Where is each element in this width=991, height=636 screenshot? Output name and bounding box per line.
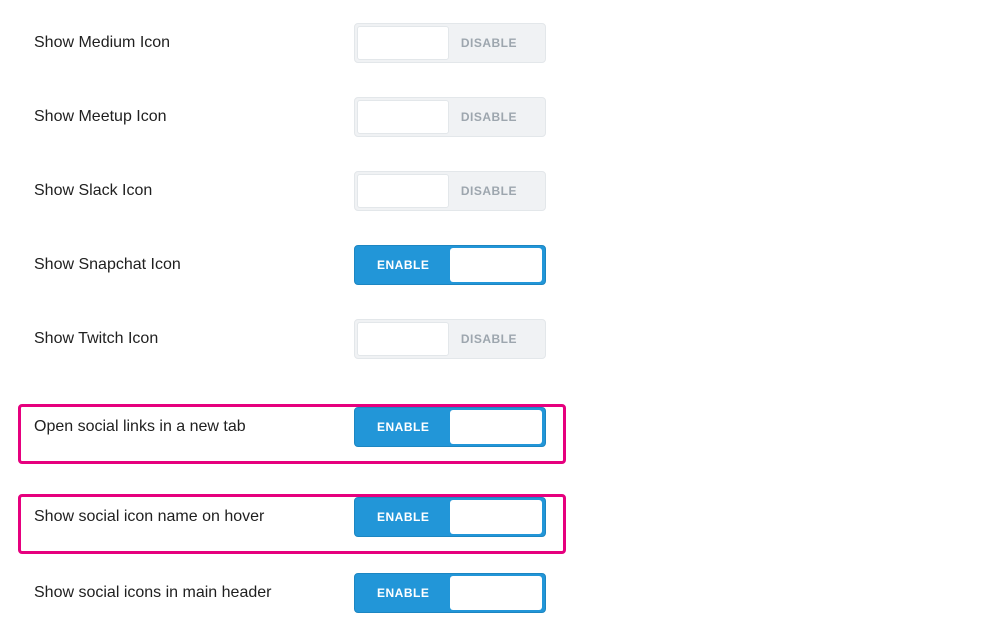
toggle-knob <box>357 174 449 208</box>
toggle-knob <box>450 500 542 534</box>
setting-row-meetup: Show Meetup Icon DISABLE <box>0 86 991 148</box>
toggle-state-label: ENABLE <box>377 258 429 272</box>
toggle-knob <box>450 576 542 610</box>
setting-label: Show Snapchat Icon <box>34 256 354 274</box>
setting-row-hover: Show social icon name on hover ENABLE <box>0 486 991 548</box>
toggle-newtab[interactable]: ENABLE <box>354 407 546 447</box>
setting-label: Show Slack Icon <box>34 182 354 200</box>
toggle-state-label: ENABLE <box>377 510 429 524</box>
setting-row-slack: Show Slack Icon DISABLE <box>0 160 991 222</box>
toggle-knob <box>357 26 449 60</box>
setting-label: Show social icons in main header <box>34 584 354 602</box>
toggle-state-label: DISABLE <box>461 184 517 198</box>
setting-row-header: Show social icons in main header ENABLE <box>0 562 991 624</box>
toggle-twitch[interactable]: DISABLE <box>354 319 546 359</box>
setting-row-twitch: Show Twitch Icon DISABLE <box>0 308 991 370</box>
toggle-knob <box>357 100 449 134</box>
setting-label: Show Medium Icon <box>34 34 354 52</box>
toggle-state-label: DISABLE <box>461 36 517 50</box>
toggle-state-label: DISABLE <box>461 110 517 124</box>
toggle-slack[interactable]: DISABLE <box>354 171 546 211</box>
toggle-knob <box>450 410 542 444</box>
toggle-knob <box>450 248 542 282</box>
toggle-snapchat[interactable]: ENABLE <box>354 245 546 285</box>
setting-label: Show Meetup Icon <box>34 108 354 126</box>
setting-label: Show Twitch Icon <box>34 330 354 348</box>
toggle-state-label: ENABLE <box>377 420 429 434</box>
setting-label: Show social icon name on hover <box>34 508 354 526</box>
toggle-state-label: ENABLE <box>377 586 429 600</box>
toggle-state-label: DISABLE <box>461 332 517 346</box>
toggle-knob <box>357 322 449 356</box>
setting-row-medium: Show Medium Icon DISABLE <box>0 12 991 74</box>
setting-row-newtab: Open social links in a new tab ENABLE <box>0 396 991 458</box>
toggle-header[interactable]: ENABLE <box>354 573 546 613</box>
setting-row-snapchat: Show Snapchat Icon ENABLE <box>0 234 991 296</box>
setting-label: Open social links in a new tab <box>34 418 354 436</box>
toggle-hover[interactable]: ENABLE <box>354 497 546 537</box>
toggle-meetup[interactable]: DISABLE <box>354 97 546 137</box>
toggle-medium[interactable]: DISABLE <box>354 23 546 63</box>
